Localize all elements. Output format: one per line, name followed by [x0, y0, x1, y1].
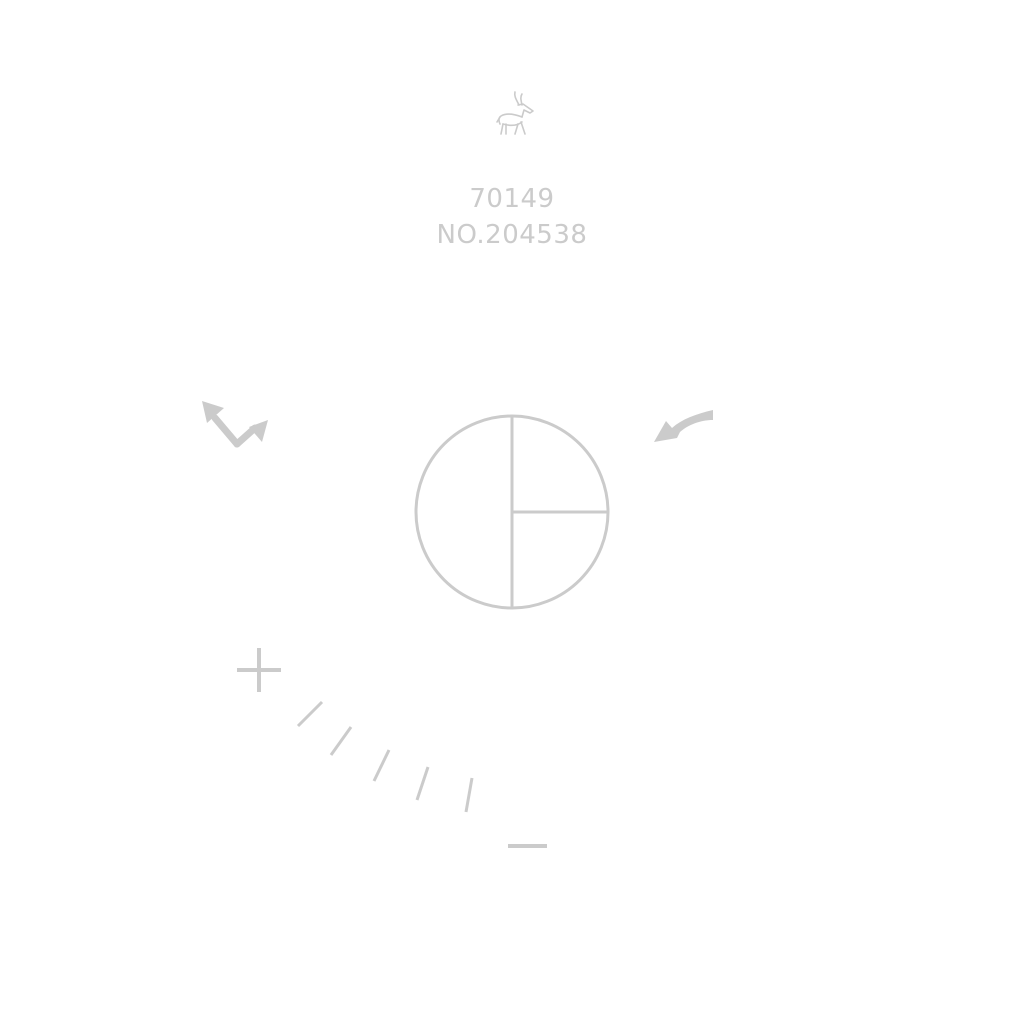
model-number: 70149 — [469, 184, 554, 214]
quartered-circle-icon — [414, 414, 610, 610]
diagram-canvas: 70149 NO.204538 — [202, 91, 713, 848]
scale-tick — [464, 777, 474, 813]
adjustment-scale — [296, 700, 474, 813]
curved-arrow-left-icon — [654, 410, 713, 442]
scale-tick — [415, 766, 430, 801]
serial-number: NO.204538 — [437, 220, 588, 250]
gazelle-icon — [496, 91, 534, 135]
plus-icon — [237, 648, 281, 692]
scale-tick — [372, 749, 391, 782]
scale-tick — [329, 726, 353, 756]
double-arrow-v-icon — [202, 401, 268, 448]
watch-caseback-diagram: 70149 NO.204538 — [0, 0, 1024, 1024]
scale-tick — [296, 700, 324, 728]
